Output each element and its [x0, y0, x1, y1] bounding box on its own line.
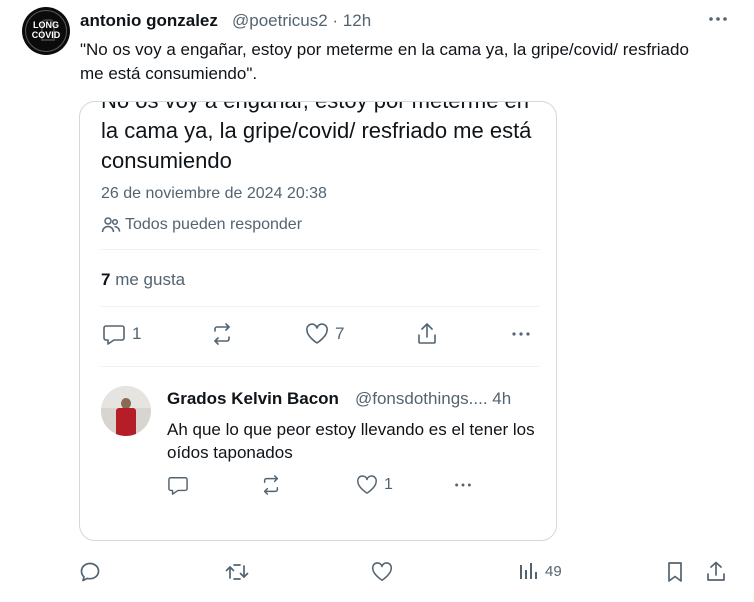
- quoted-tweet-date[interactable]: 26 de noviembre de 2024 20:38: [101, 185, 327, 203]
- reply-reply-button[interactable]: [167, 475, 189, 495]
- divider: [101, 249, 539, 250]
- share-icon: [416, 323, 438, 345]
- avatar-text-line2: COVID: [31, 30, 61, 40]
- reply-author-name[interactable]: Grados Kelvin Bacon: [167, 389, 339, 409]
- more-icon[interactable]: [707, 8, 729, 30]
- reply-icon: [79, 561, 101, 583]
- quoted-more-button[interactable]: [510, 323, 532, 345]
- reply-button[interactable]: [79, 561, 101, 583]
- bookmark-button[interactable]: [665, 561, 685, 583]
- reply-like-button[interactable]: 1: [356, 475, 393, 495]
- reply-setting-label: Todos pueden responder: [125, 216, 303, 234]
- reply-more-button[interactable]: [452, 475, 474, 495]
- share-button[interactable]: [706, 561, 726, 583]
- quoted-share-button[interactable]: [416, 323, 438, 345]
- retweet-button[interactable]: [225, 561, 249, 583]
- quoted-like-count: 7: [335, 324, 345, 343]
- quoted-reply-count: 1: [132, 324, 142, 343]
- people-icon: [101, 216, 125, 234]
- likes-summary[interactable]: 7 me gusta: [101, 270, 185, 290]
- author-handle-time[interactable]: @poetricus2 · 12h: [232, 11, 371, 31]
- bookmark-icon: [665, 561, 685, 583]
- quoted-tweet-card[interactable]: No os voy a engañar, estoy por meterme e…: [79, 101, 557, 541]
- likes-label: me gusta: [110, 270, 186, 289]
- divider: [101, 306, 539, 307]
- views-chart-icon: [519, 561, 539, 581]
- avatar-text-line1: LONG: [33, 20, 59, 30]
- reply-icon: [167, 475, 189, 495]
- retweet-icon: [260, 475, 282, 495]
- reply-setting: Todos pueden responder: [101, 216, 302, 234]
- quoted-reply-button[interactable]: 1: [102, 323, 141, 345]
- retweet-icon: [225, 561, 249, 583]
- views-button[interactable]: 49: [519, 561, 562, 581]
- reply-retweet-button[interactable]: [260, 475, 282, 495]
- divider: [101, 366, 539, 367]
- like-button[interactable]: [371, 561, 393, 583]
- more-icon: [452, 475, 474, 495]
- more-icon: [510, 323, 532, 345]
- reply-text: Ah que lo que peor estoy llevando es el …: [167, 420, 535, 462]
- heart-icon: [305, 323, 329, 345]
- reply-author-avatar[interactable]: [101, 386, 151, 436]
- author-avatar[interactable]: LONG COVID: [22, 7, 70, 55]
- quoted-tweet-text: No os voy a engañar, estoy por meterme e…: [101, 102, 532, 173]
- reply-like-count: 1: [384, 476, 393, 493]
- share-icon: [706, 561, 726, 583]
- views-count: 49: [545, 562, 562, 580]
- reply-icon: [102, 323, 126, 345]
- heart-icon: [356, 475, 378, 495]
- heart-icon: [371, 561, 393, 583]
- tweet-text: "No os voy a engañar, estoy por meterme …: [80, 40, 689, 83]
- reply-author-handle-time[interactable]: @fonsdothings.... 4h: [355, 389, 511, 409]
- quoted-like-button[interactable]: 7: [305, 323, 344, 345]
- quoted-retweet-button[interactable]: [210, 323, 234, 345]
- retweet-icon: [210, 323, 234, 345]
- author-name[interactable]: antonio gonzalez: [80, 11, 218, 31]
